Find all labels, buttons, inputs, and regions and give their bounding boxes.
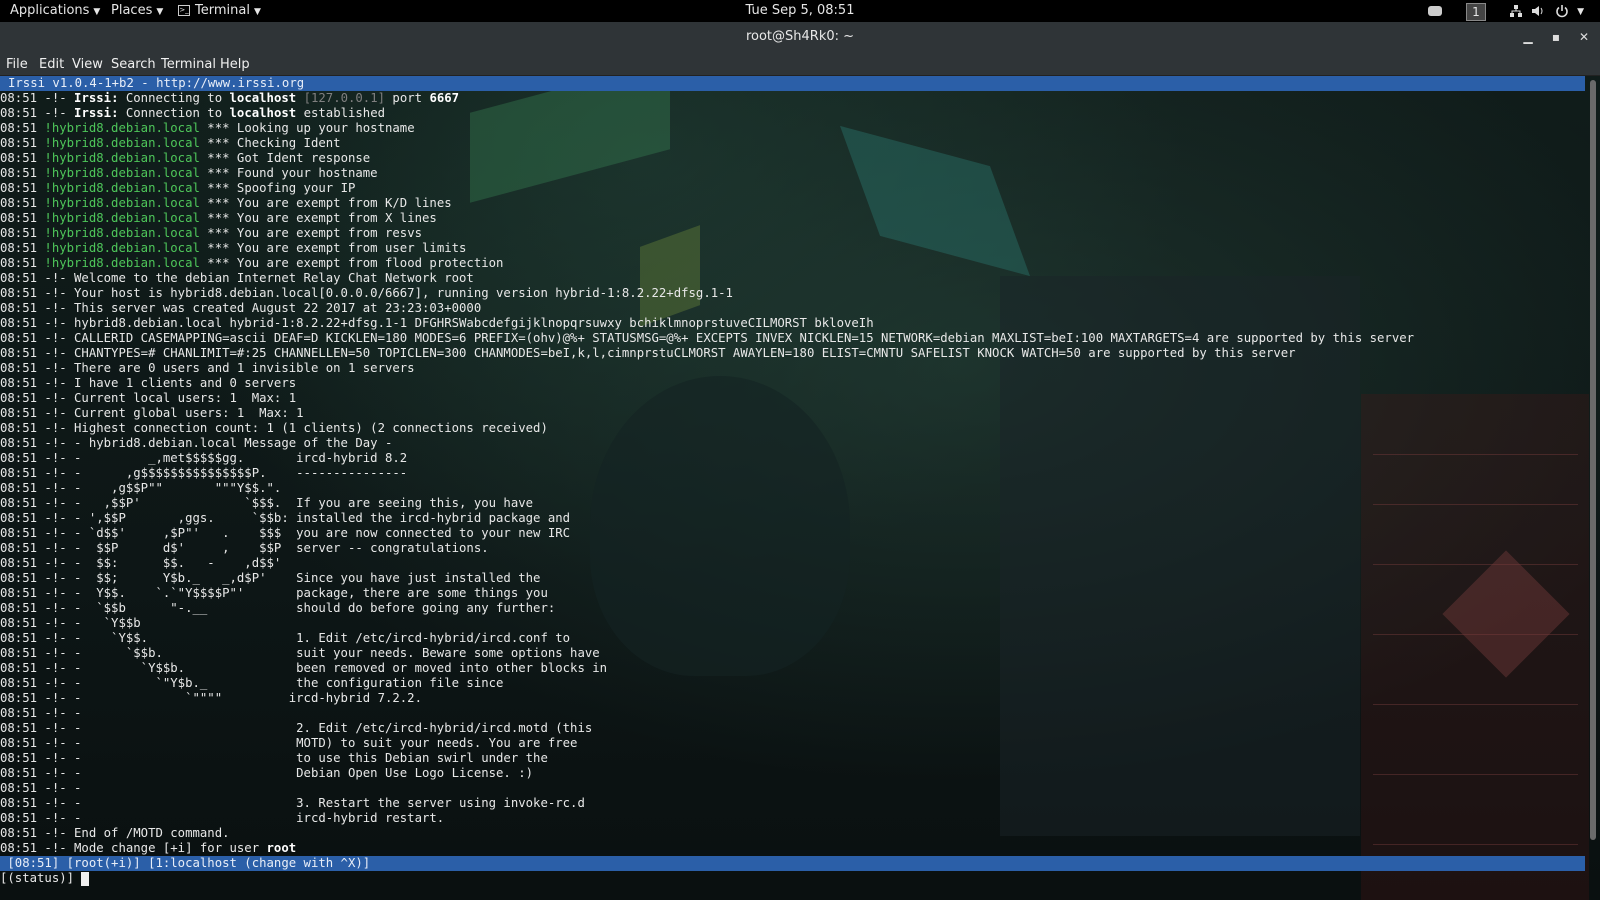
log-line: 08:51 -!- - `$$b. suit your needs. Bewar… bbox=[0, 646, 1585, 661]
log-line: 08:51 -!- - ',$$P ,ggs. `$$b: installed … bbox=[0, 511, 1585, 526]
applications-menu[interactable]: Applications ▼ bbox=[10, 0, 100, 22]
log-line: 08:51 -!- CALLERID CASEMAPPING=ascii DEA… bbox=[0, 331, 1585, 346]
log-line: 08:51 -!- End of /MOTD command. bbox=[0, 826, 1585, 841]
menu-help[interactable]: Help bbox=[220, 52, 250, 76]
log-line: 08:51 -!- - Y$$. `.`"Y$$$$P"' package, t… bbox=[0, 586, 1585, 601]
log-line: 08:51 -!- There are 0 users and 1 invisi… bbox=[0, 361, 1585, 376]
log-line: 08:51 !hybrid8.debian.local *** You are … bbox=[0, 196, 1585, 211]
log-line: 08:51 -!- - $$: $$. - ,d$$' bbox=[0, 556, 1585, 571]
power-icon[interactable]: ▼ bbox=[1555, 0, 1584, 22]
log-line: 08:51 -!- Highest connection count: 1 (1… bbox=[0, 421, 1585, 436]
text-cursor bbox=[81, 872, 89, 886]
log-line: 08:51 -!- - `Y$$b. been removed or moved… bbox=[0, 661, 1585, 676]
terminal-app-menu[interactable]: >_ Terminal ▼ bbox=[178, 0, 261, 22]
log-line: 08:51 -!- Mode change [+i] for user root bbox=[0, 841, 1585, 856]
log-line: 08:51 -!- Welcome to the debian Internet… bbox=[0, 271, 1585, 286]
log-line: 08:51 -!- - bbox=[0, 706, 1585, 721]
log-line: 08:51 -!- - `d$$' ,$P"' . $$$ you are no… bbox=[0, 526, 1585, 541]
log-line: 08:51 !hybrid8.debian.local *** Spoofing… bbox=[0, 181, 1585, 196]
minimize-button[interactable]: ▁ bbox=[1518, 26, 1538, 48]
log-line: 08:51 -!- - `Y$$b bbox=[0, 616, 1585, 631]
places-menu[interactable]: Places ▼ bbox=[111, 0, 163, 22]
log-line: 08:51 -!- Irssi: Connecting to localhost… bbox=[0, 91, 1585, 106]
clock[interactable]: Tue Sep 5, 08:51 bbox=[746, 3, 855, 18]
log-line: 08:51 -!- - _,met$$$$$gg. ircd-hybrid 8.… bbox=[0, 451, 1585, 466]
log-line: 08:51 -!- - Debian Open Use Logo License… bbox=[0, 766, 1585, 781]
volume-icon[interactable] bbox=[1531, 0, 1545, 22]
log-line: 08:51 !hybrid8.debian.local *** Checking… bbox=[0, 136, 1585, 151]
terminal-app-label: Terminal bbox=[195, 3, 250, 18]
log-line: 08:51 !hybrid8.debian.local *** Looking … bbox=[0, 121, 1585, 136]
log-line: 08:51 -!- - 3. Restart the server using … bbox=[0, 796, 1585, 811]
places-label: Places bbox=[111, 3, 152, 18]
terminal-view[interactable]: Irssi v1.0.4-1+b2 - http://www.irssi.org… bbox=[0, 76, 1600, 900]
log-line: 08:51 -!- - $$P d$' , $$P server -- cong… bbox=[0, 541, 1585, 556]
log-line: 08:51 -!- - ,g$$$$$$$$$$$$$$$P. --------… bbox=[0, 466, 1585, 481]
log-line: 08:51 -!- hybrid8.debian.local hybrid-1:… bbox=[0, 316, 1585, 331]
irssi-log: 08:51 -!- Irssi: Connecting to localhost… bbox=[0, 91, 1585, 856]
menu-edit[interactable]: Edit bbox=[39, 52, 64, 76]
log-line: 08:51 -!- - `"Y$b._ the configuration fi… bbox=[0, 676, 1585, 691]
irssi-title-bar: Irssi v1.0.4-1+b2 - http://www.irssi.org bbox=[0, 76, 1585, 91]
log-line: 08:51 -!- - MOTD) to suit your needs. Yo… bbox=[0, 736, 1585, 751]
log-line: 08:51 -!- - ,$$P' `$$$. If you are seein… bbox=[0, 496, 1585, 511]
menu-view[interactable]: View bbox=[72, 52, 103, 76]
log-line: 08:51 -!- - ,g$$P"" """Y$$.". bbox=[0, 481, 1585, 496]
menu-search[interactable]: Search bbox=[111, 52, 156, 76]
irssi-status-bar: [08:51] [root(+i)] [1:localhost (change … bbox=[0, 856, 1585, 871]
log-line: 08:51 -!- This server was created August… bbox=[0, 301, 1585, 316]
network-icon[interactable] bbox=[1509, 0, 1523, 22]
terminal-scrollbar[interactable] bbox=[1590, 80, 1596, 840]
log-line: 08:51 -!- - 2. Edit /etc/ircd-hybrid/irc… bbox=[0, 721, 1585, 736]
log-line: 08:51 -!- - ircd-hybrid restart. bbox=[0, 811, 1585, 826]
log-line: 08:51 -!- I have 1 clients and 0 servers bbox=[0, 376, 1585, 391]
menu-terminal[interactable]: Terminal bbox=[161, 52, 216, 76]
terminal-icon: >_ bbox=[178, 5, 190, 16]
menu-bar: File Edit View Search Terminal Help bbox=[0, 52, 1600, 76]
log-line: 08:51 -!- Your host is hybrid8.debian.lo… bbox=[0, 286, 1585, 301]
log-line: 08:51 !hybrid8.debian.local *** Got Iden… bbox=[0, 151, 1585, 166]
log-line: 08:51 -!- - `$$b "-.__ should do before … bbox=[0, 601, 1585, 616]
log-line: 08:51 -!- Current global users: 1 Max: 1 bbox=[0, 406, 1585, 421]
chevron-down-icon: ▼ bbox=[1577, 7, 1584, 17]
log-line: 08:51 !hybrid8.debian.local *** You are … bbox=[0, 241, 1585, 256]
log-line: 08:51 -!- - to use this Debian swirl und… bbox=[0, 751, 1585, 766]
workspace-indicator[interactable]: 1 bbox=[1466, 2, 1486, 24]
window-title: root@Sh4Rk0: ~ bbox=[0, 22, 1600, 52]
log-line: 08:51 !hybrid8.debian.local *** You are … bbox=[0, 226, 1585, 241]
top-panel: Applications ▼ Places ▼ >_ Terminal ▼ Tue Se… bbox=[0, 0, 1600, 22]
log-line: 08:51 !hybrid8.debian.local *** You are … bbox=[0, 256, 1585, 271]
window-titlebar[interactable]: root@Sh4Rk0: ~ ▁ ▪ ✕ bbox=[0, 22, 1600, 52]
log-line: 08:51 -!- Current local users: 1 Max: 1 bbox=[0, 391, 1585, 406]
close-button[interactable]: ✕ bbox=[1574, 26, 1594, 48]
irssi-prompt: [(status)] bbox=[0, 871, 81, 885]
maximize-button[interactable]: ▪ bbox=[1546, 26, 1566, 48]
irssi-input-line[interactable]: [(status)] bbox=[0, 871, 1585, 886]
workspace-number: 1 bbox=[1466, 3, 1486, 21]
log-line: 08:51 -!- - $$; Y$b._ _,d$P' Since you h… bbox=[0, 571, 1585, 586]
log-line: 08:51 -!- - `"""" ircd-hybrid 7.2.2. bbox=[0, 691, 1585, 706]
log-line: 08:51 -!- CHANTYPES=# CHANLIMIT=#:25 CHA… bbox=[0, 346, 1585, 361]
log-line: 08:51 -!- - `Y$$. 1. Edit /etc/ircd-hybr… bbox=[0, 631, 1585, 646]
accessibility-icon[interactable] bbox=[1428, 0, 1442, 22]
irssi-output: Irssi v1.0.4-1+b2 - http://www.irssi.org… bbox=[0, 76, 1585, 886]
applications-label: Applications bbox=[10, 3, 89, 18]
log-line: 08:51 -!- - hybrid8.debian.local Message… bbox=[0, 436, 1585, 451]
log-line: 08:51 !hybrid8.debian.local *** You are … bbox=[0, 211, 1585, 226]
log-line: 08:51 -!- Irssi: Connection to localhost… bbox=[0, 106, 1585, 121]
log-line: 08:51 -!- - bbox=[0, 781, 1585, 796]
chevron-down-icon: ▼ bbox=[156, 7, 163, 17]
menu-file[interactable]: File bbox=[6, 52, 28, 76]
chevron-down-icon: ▼ bbox=[254, 7, 261, 17]
log-line: 08:51 !hybrid8.debian.local *** Found yo… bbox=[0, 166, 1585, 181]
chevron-down-icon: ▼ bbox=[93, 7, 100, 17]
